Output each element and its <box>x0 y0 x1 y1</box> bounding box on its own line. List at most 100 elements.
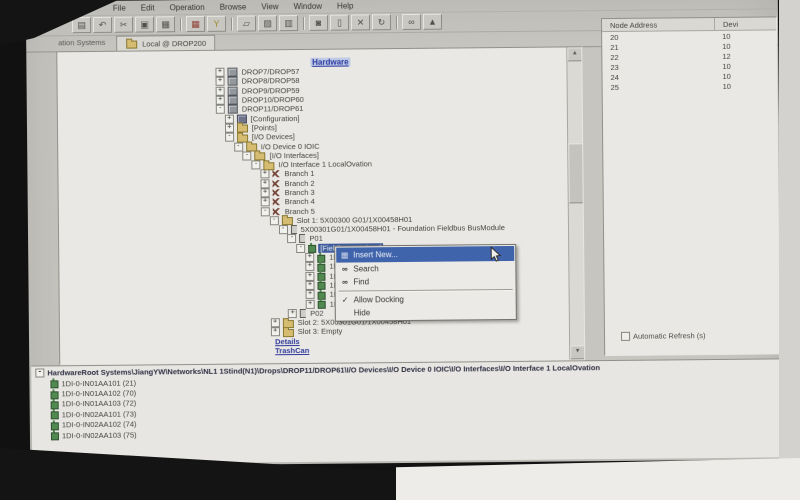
ovation-apps-icon[interactable]: ▦ <box>186 16 205 32</box>
device-icon <box>318 301 326 309</box>
collapse-icon[interactable]: - <box>252 160 261 169</box>
screen-photo: FileEditOperationBrowseViewWindowHelp ▤↶… <box>0 0 800 500</box>
photo-background-bottom <box>396 458 800 500</box>
tree-node-label: Branch 4 <box>283 197 317 206</box>
menu-operation[interactable]: Operation <box>168 2 205 11</box>
automatic-refresh-checkbox[interactable]: Automatic Refresh (s) <box>621 331 706 341</box>
refresh-icon[interactable]: ↻ <box>372 14 391 30</box>
expand-icon[interactable]: + <box>288 309 297 318</box>
menu-help[interactable]: Help <box>336 1 355 10</box>
device-cell: 10 <box>714 71 730 80</box>
scroll-down-icon[interactable]: ▼ <box>570 345 585 359</box>
branch-icon <box>272 171 280 178</box>
device-icon <box>51 401 59 409</box>
collapse-icon[interactable]: - <box>234 142 243 151</box>
mouse-cursor <box>490 246 502 263</box>
trashcan-link[interactable]: TrashCan <box>273 346 311 355</box>
copy-icon[interactable]: ▣ <box>135 16 154 32</box>
tree-node-label: P02 <box>308 309 325 318</box>
scrollbar-thumb[interactable] <box>568 143 584 203</box>
toolbar-separator <box>303 16 304 29</box>
menu-item-label: Allow Docking <box>354 295 404 304</box>
column-header-node-address[interactable]: Node Address <box>602 18 715 31</box>
tree-node-label: Branch 5 <box>283 206 317 215</box>
device-name: 1DI-0-IN02AA101 (73) <box>62 409 137 419</box>
pane-label: ation Systems <box>58 38 105 47</box>
menu-item-label: Hide <box>354 308 371 317</box>
undo-icon[interactable]: ↶ <box>93 17 112 33</box>
binoculars-icon: ∞ <box>338 278 351 287</box>
tree-node-label: DROP9/DROP59 <box>240 86 302 96</box>
check-icon: ✓ <box>339 296 352 305</box>
menu-item-find[interactable]: ∞Find <box>336 274 514 289</box>
device-name: 1DI-0-IN02AA102 (74) <box>62 420 137 430</box>
menu-view[interactable]: View <box>260 2 279 11</box>
hardware-header-link[interactable]: Hardware <box>310 58 351 67</box>
copy-item-icon[interactable]: ▥ <box>279 15 298 31</box>
scroll-up-icon[interactable]: ▲ <box>567 47 582 61</box>
collapse-icon[interactable]: - <box>270 216 279 225</box>
drop-icon <box>228 77 238 86</box>
device-icon <box>51 432 59 440</box>
menu-browse[interactable]: Browse <box>219 2 248 11</box>
app-window: FileEditOperationBrowseViewWindowHelp ▤↶… <box>26 0 782 467</box>
collapse-icon[interactable]: - <box>279 225 288 234</box>
tree-node-label: I/O Device 0 IOIC <box>259 141 322 151</box>
device-icon <box>51 412 59 420</box>
menu-item-hide[interactable]: Hide <box>337 305 515 320</box>
menu-item-label: Find <box>353 277 369 286</box>
drop-icon <box>228 86 238 95</box>
collapse-icon[interactable]: - <box>225 133 234 142</box>
menu-item-insert-new[interactable]: ▦Insert New... <box>336 246 514 263</box>
collapse-icon[interactable]: - <box>287 235 296 244</box>
device-icon <box>50 381 58 389</box>
collapse-icon[interactable]: - <box>216 105 225 114</box>
device-cell: 10 <box>714 31 730 40</box>
delete-icon[interactable]: ✕ <box>351 14 370 30</box>
expand-icon[interactable]: + <box>271 328 280 337</box>
bookmark-icon[interactable]: ▲ <box>423 14 442 30</box>
table-row[interactable]: 2510 <box>603 80 777 92</box>
import-icon[interactable]: ▨ <box>258 15 277 31</box>
folder-icon <box>282 217 293 225</box>
folder-icon <box>126 41 137 49</box>
filter-icon[interactable]: Y <box>207 16 226 32</box>
device-cell: 10 <box>714 41 730 50</box>
collapse-icon[interactable]: - <box>243 151 252 160</box>
device-cell: 12 <box>714 51 730 60</box>
binoculars-icon[interactable]: ∞ <box>402 14 421 30</box>
column-header-devi[interactable]: Devi <box>715 17 776 30</box>
tree-node-label: P01 <box>307 234 324 243</box>
node-address-panel: Node AddressDevi 20102110221223102410251… <box>601 16 780 356</box>
tree-node-label: [I/O Devices] <box>250 132 297 141</box>
expand-icon[interactable]: + <box>306 290 315 299</box>
node-address-cell: 21 <box>602 42 714 52</box>
menu-edit[interactable]: Edit <box>140 3 156 12</box>
node-address-cell: 20 <box>602 32 714 42</box>
menu-file[interactable]: File <box>112 3 127 12</box>
select-icon[interactable]: ▯ <box>330 15 349 31</box>
folder-icon <box>283 329 294 337</box>
collapse-icon[interactable]: - <box>296 244 305 253</box>
tree-scrollbar[interactable]: ▲ ▼ <box>566 47 584 359</box>
device-icon <box>51 391 59 399</box>
collapse-icon[interactable]: - <box>35 368 44 377</box>
checkbox-icon[interactable] <box>621 332 630 341</box>
binoculars-icon: ∞ <box>338 265 351 274</box>
expand-icon[interactable]: + <box>261 198 270 207</box>
tree-node-label: [Configuration] <box>249 114 302 124</box>
menu-item-label: Search <box>353 264 378 273</box>
module-icon <box>300 309 306 318</box>
expand-icon[interactable]: + <box>306 299 315 308</box>
details-link[interactable]: Details <box>273 337 302 346</box>
cut-icon[interactable]: ✂ <box>114 17 133 33</box>
results-panel: - HardwareRoot Systems\JiangYW\Networks\… <box>31 358 780 464</box>
paste-icon[interactable]: ▦ <box>156 16 175 32</box>
menu-window[interactable]: Window <box>293 1 324 10</box>
open-icon[interactable]: ▱ <box>237 15 256 31</box>
tree-node-label: Branch 3 <box>283 188 317 197</box>
collapse-icon[interactable]: - <box>261 207 270 216</box>
device-name: 1DI-0-IN02AA103 (75) <box>62 430 137 440</box>
camera-icon[interactable]: ◙ <box>309 15 328 31</box>
tree-node-label: DROP11/DROP61 <box>240 104 306 114</box>
